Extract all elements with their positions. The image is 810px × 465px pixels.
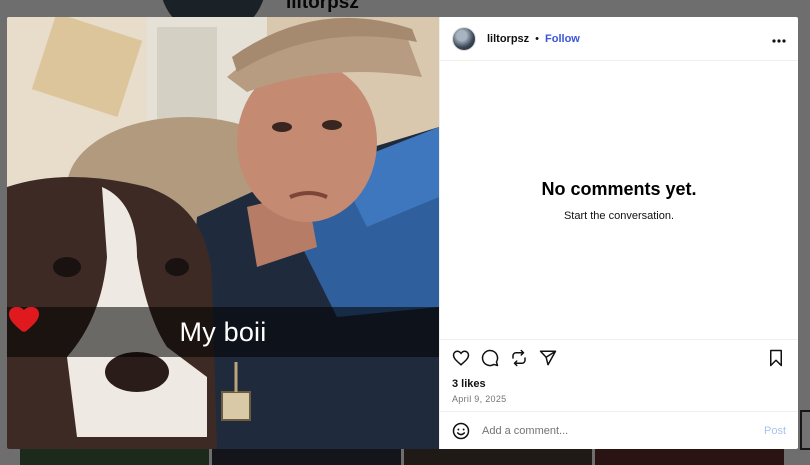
snap-caption-band: My boii (7, 307, 439, 357)
post-image: My boii (7, 17, 439, 449)
post-actions: 3 likes April 9, 2025 (440, 339, 798, 411)
empty-comments-subtitle: Start the conversation. (563, 209, 675, 222)
header-separator: • (535, 32, 540, 45)
heart-emoji-icon (9, 307, 37, 332)
likes-count[interactable]: 3 likes (452, 378, 786, 390)
post-date: April 9, 2025 (452, 394, 507, 404)
comment-bubble-icon[interactable] (481, 349, 499, 367)
post-comment-button[interactable]: Post (764, 425, 786, 437)
repost-icon[interactable] (510, 349, 528, 367)
bookmark-icon[interactable] (768, 349, 786, 367)
comment-input[interactable] (482, 424, 764, 437)
post-photo (7, 17, 439, 449)
share-paper-plane-icon[interactable] (539, 349, 557, 367)
empty-comments-title: No comments yet. (541, 178, 697, 199)
author-username[interactable]: liltorpsz (487, 33, 529, 45)
emoji-smile-icon[interactable] (452, 422, 470, 440)
action-icons-row (452, 349, 786, 367)
heart-outline-icon[interactable] (452, 349, 470, 367)
post-header: liltorpsz • Follow (440, 17, 798, 61)
snap-caption-text: My boii (179, 316, 267, 347)
author-avatar[interactable] (452, 26, 476, 51)
follow-button[interactable]: Follow (545, 33, 580, 45)
more-options-icon[interactable] (772, 34, 786, 44)
add-comment-bar: Post (440, 411, 798, 449)
post-modal: My boii liltorpsz • Follow No comments y… (7, 17, 798, 449)
comments-section: No comments yet. Start the conversation. (440, 61, 798, 339)
post-side-panel: liltorpsz • Follow No comments yet. Star… (439, 17, 798, 449)
